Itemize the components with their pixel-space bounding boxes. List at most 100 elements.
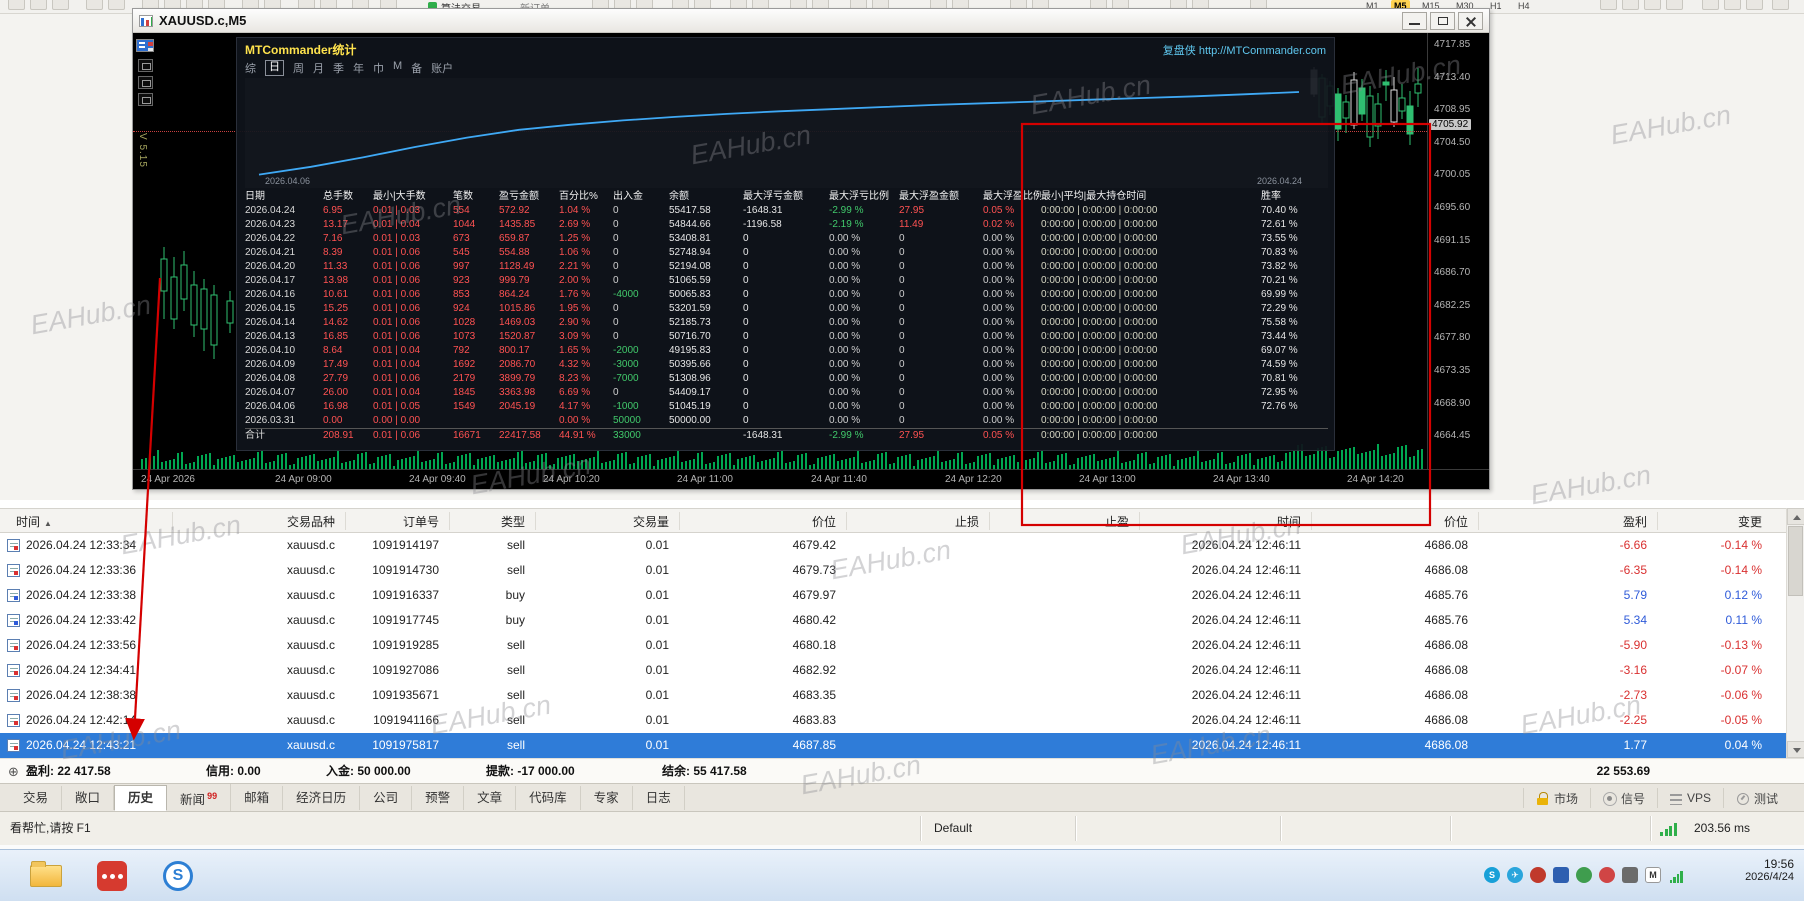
toolbar-icon[interactable] (8, 0, 25, 10)
history-header-symbol[interactable]: 交易品种 (176, 513, 335, 530)
history-header-sl[interactable]: 止损 (850, 513, 979, 530)
symbol-watchlist-icon[interactable] (136, 39, 154, 52)
side-status-test[interactable]: 测试 (1723, 788, 1790, 808)
toolbar-icon[interactable] (1724, 0, 1741, 10)
folder-app-icon[interactable] (26, 859, 66, 893)
history-header-close_time[interactable]: 时间 (1143, 513, 1301, 530)
mtc-cell: 50065.83 (669, 288, 743, 302)
toolbar-icon[interactable] (1622, 0, 1639, 10)
toolbar-icon[interactable] (1644, 0, 1661, 10)
toolbox-tab-代码库[interactable]: 代码库 (516, 786, 581, 810)
toolbox-tab-日志[interactable]: 日志 (633, 786, 685, 810)
scroll-down-button[interactable] (1787, 741, 1804, 758)
mtc-tab-年[interactable]: 年 (353, 60, 364, 76)
side-status-signal[interactable]: 信号 (1590, 788, 1657, 808)
scrollbar-thumb[interactable] (1788, 526, 1803, 596)
mtc-panel-title: MTCommander统计 (245, 41, 356, 58)
network-tray-icon[interactable] (1668, 867, 1684, 883)
history-header-order[interactable]: 订单号 (349, 513, 439, 530)
toolbox-tab-历史[interactable]: 历史 (114, 785, 167, 811)
mtc-tab-月[interactable]: 月 (313, 60, 324, 76)
history-table-header[interactable]: 时间▲交易品种订单号类型交易量价位止损止盈时间价位盈利变更 (0, 508, 1786, 533)
toolbox-tab-公司[interactable]: 公司 (360, 786, 412, 810)
mtc-tab-日[interactable]: 日 (265, 60, 284, 76)
price-axis[interactable]: 4717.854713.404708.954704.504700.054695.… (1427, 33, 1489, 469)
history-header-open_price[interactable]: 价位 (683, 513, 836, 530)
red-dots-app-icon[interactable] (92, 859, 132, 893)
taskbar-clock[interactable]: 19:56 2026/4/24 (1745, 857, 1794, 883)
history-row[interactable]: 2026.04.24 12:43:21xauusd.c1091975817sel… (0, 733, 1786, 758)
keyboard-tray-icon[interactable] (1622, 867, 1638, 883)
help-icon[interactable] (138, 76, 153, 89)
toolbar-icon[interactable] (1600, 0, 1617, 10)
mtc-tab-M[interactable]: M (393, 60, 402, 76)
toolbox-tab-交易[interactable]: 交易 (10, 786, 62, 810)
close-button[interactable] (1458, 12, 1483, 30)
toolbar-icon[interactable] (1702, 0, 1719, 10)
vps-icon (1670, 794, 1682, 805)
toolbar-icon[interactable] (1746, 0, 1763, 10)
telegram-tray-icon[interactable]: ✈ (1507, 867, 1523, 883)
toolbar-icon[interactable] (52, 0, 69, 10)
chart-area[interactable]: V 5.15 4717.854713.404708.954704.504700.… (133, 33, 1489, 489)
metatrader-tray-icon[interactable]: M (1645, 867, 1661, 883)
summary-total-profit: 22 553.69 (1460, 759, 1650, 784)
history-header-volume[interactable]: 交易量 (539, 513, 669, 530)
side-status-lock[interactable]: 市场 (1523, 788, 1590, 808)
connection-latency[interactable]: 203.56 ms (1694, 812, 1750, 845)
mtc-tab-季[interactable]: 季 (333, 60, 344, 76)
toolbox-tab-敞口[interactable]: 敞口 (62, 786, 114, 810)
red-dot-tray-icon[interactable] (1599, 867, 1615, 883)
minimize-button[interactable] (1402, 12, 1427, 30)
history-row[interactable]: 2026.04.24 12:33:36xauusd.c1091914730sel… (0, 558, 1786, 583)
mtc-tab-周[interactable]: 周 (293, 60, 304, 76)
toolbox-tab-预警[interactable]: 预警 (412, 786, 464, 810)
side-status-vps[interactable]: VPS (1657, 788, 1723, 808)
history-row[interactable]: 2026.04.24 12:33:56xauusd.c1091919285sel… (0, 633, 1786, 658)
mtc-brand-link[interactable]: 复盘侠 http://MTCommander.com (1163, 42, 1326, 58)
toolbar-icon[interactable] (30, 0, 47, 10)
profile-name[interactable]: Default (934, 812, 972, 845)
blue-square-tray-icon[interactable] (1553, 867, 1569, 883)
mtc-tab-综[interactable]: 综 (245, 60, 256, 76)
history-row[interactable]: 2026.04.24 12:34:41xauusd.c1091927086sel… (0, 658, 1786, 683)
vertical-scrollbar[interactable] (1786, 508, 1804, 758)
history-header-profit[interactable]: 盈利 (1482, 513, 1647, 530)
history-row[interactable]: 2026.04.24 12:33:42xauusd.c1091917745buy… (0, 608, 1786, 633)
time-axis[interactable]: 24 Apr 202624 Apr 09:0024 Apr 09:4024 Ap… (133, 469, 1489, 489)
close-panel-icon[interactable] (138, 93, 153, 106)
history-header-open_time[interactable]: 时间▲ (16, 513, 52, 530)
green-shield-tray-icon[interactable] (1576, 867, 1592, 883)
history-row[interactable]: 2026.04.24 12:42:14xauusd.c1091941166sel… (0, 708, 1786, 733)
toolbar-icon[interactable] (86, 0, 103, 10)
toolbox-tab-新闻[interactable]: 新闻99 (167, 784, 231, 812)
timeframe-h4[interactable]: H4 (1515, 0, 1533, 13)
toolbox-tab-文章[interactable]: 文章 (464, 786, 516, 810)
signal-icon (1603, 792, 1616, 805)
camera-icon[interactable] (138, 59, 153, 72)
toolbar-icon[interactable] (108, 0, 125, 10)
toolbox-tab-经济日历[interactable]: 经济日历 (283, 786, 360, 810)
red-circle-tray-icon[interactable] (1530, 867, 1546, 883)
mtc-cell: 0:00:00 | 0:00:00 | 0:00:00 (1041, 274, 1261, 288)
chart-titlebar[interactable]: XAUUSD.c,M5 (133, 9, 1489, 33)
mtc-tab-备[interactable]: 备 (411, 60, 422, 76)
toolbar-icon[interactable] (1666, 0, 1683, 10)
toolbox-tab-邮箱[interactable]: 邮箱 (231, 786, 283, 810)
mtc-tab-账户[interactable]: 账户 (431, 60, 453, 76)
history-row[interactable]: 2026.04.24 12:33:38xauusd.c1091916337buy… (0, 583, 1786, 608)
toolbar-icon[interactable] (1772, 0, 1789, 10)
mtc-cell: 0.05 % (983, 429, 1041, 442)
skype-tray-icon[interactable]: S (1484, 867, 1500, 883)
s-app-icon[interactable]: S (158, 859, 198, 893)
restore-button[interactable] (1430, 12, 1455, 30)
toolbox-tab-专家[interactable]: 专家 (581, 786, 633, 810)
history-row[interactable]: 2026.04.24 12:33:34xauusd.c1091914197sel… (0, 533, 1786, 558)
mtc-tab-巾[interactable]: 巾 (373, 60, 384, 76)
history-header-change[interactable]: 变更 (1661, 513, 1762, 530)
history-row[interactable]: 2026.04.24 12:38:38xauusd.c1091935671sel… (0, 683, 1786, 708)
history-header-type[interactable]: 类型 (453, 513, 525, 530)
history-header-tp[interactable]: 止盈 (993, 513, 1129, 530)
scroll-up-button[interactable] (1787, 508, 1804, 525)
history-header-close_price[interactable]: 价位 (1315, 513, 1468, 530)
